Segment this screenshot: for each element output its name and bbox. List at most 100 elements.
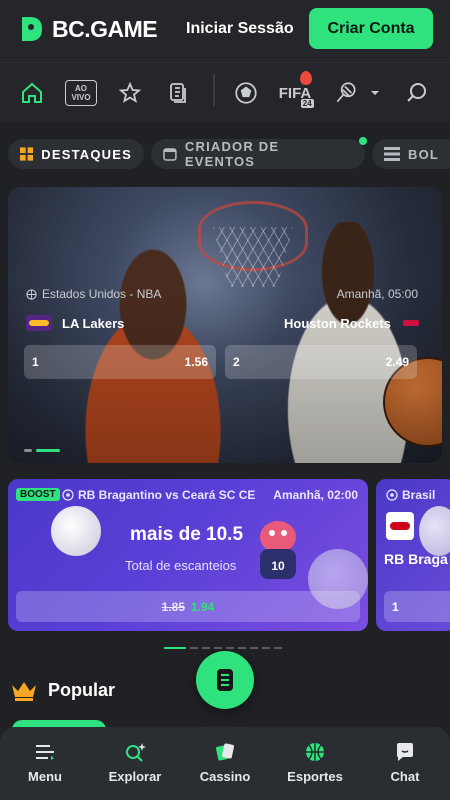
bottom-navigation: Menu Explorar Cassino Esportes Chat bbox=[0, 727, 450, 800]
carousel-dot[interactable] bbox=[190, 647, 198, 649]
chip-third[interactable]: BOL bbox=[372, 139, 450, 169]
filter-chips: DESTAQUES CRIADOR DE EVENTOS BOL bbox=[0, 122, 450, 180]
list-icon bbox=[384, 147, 400, 161]
fifa-year-badge: 24 bbox=[300, 98, 314, 108]
boost-badge: BOOST bbox=[16, 488, 60, 501]
explore-search-icon bbox=[126, 743, 146, 762]
nav-cassino-label: Cassino bbox=[199, 769, 251, 784]
svg-text:10: 10 bbox=[271, 559, 285, 573]
boost-card-next[interactable]: Brasil RB Braga 1 bbox=[376, 479, 450, 631]
soccer-ball-image bbox=[51, 506, 101, 556]
betslip-fab-button[interactable] bbox=[196, 651, 254, 709]
login-button[interactable]: Iniciar Sessão bbox=[186, 20, 294, 38]
nav-explorar-label: Explorar bbox=[108, 769, 162, 784]
nav-explorar[interactable]: Explorar bbox=[95, 741, 175, 784]
boost2-league-label: Brasil bbox=[402, 488, 436, 502]
nav-chat[interactable]: Chat bbox=[365, 741, 445, 784]
chip-criador-label: CRIADOR DE EVENTOS bbox=[184, 139, 280, 169]
odds-away-label: 2 bbox=[233, 355, 240, 369]
boost-carousel-pager bbox=[164, 647, 282, 649]
nav-menu-label: Menu bbox=[28, 769, 62, 784]
chevron-down-icon[interactable] bbox=[362, 77, 388, 109]
soccer-ball-image bbox=[419, 506, 450, 556]
chat-icon bbox=[397, 743, 413, 761]
boost2-odd-label: 1 bbox=[392, 600, 399, 614]
sport-category-bar: AO VIVO FIFA 24 bbox=[0, 62, 450, 122]
boost-match: RB Bragantino vs Ceará SC CE bbox=[62, 488, 262, 502]
grid-icon bbox=[20, 147, 34, 161]
ao-vivo-label: AO VIVO bbox=[65, 80, 97, 106]
calendar-icon bbox=[163, 148, 177, 161]
odds-home-label: 1 bbox=[32, 355, 39, 369]
chip-criador-de-eventos[interactable]: CRIADOR DE EVENTOS bbox=[151, 137, 367, 169]
odds-button-home[interactable]: 1 1.56 bbox=[24, 345, 216, 379]
boost2-odds-button[interactable]: 1 bbox=[384, 591, 450, 622]
boost-time: Amanhã, 02:00 bbox=[273, 488, 358, 502]
search-icon[interactable] bbox=[400, 77, 434, 109]
signup-button[interactable]: Criar Conta bbox=[309, 8, 433, 49]
carousel-dot[interactable] bbox=[250, 647, 258, 649]
carousel-dot[interactable] bbox=[214, 647, 222, 649]
boost-card[interactable]: 10 BOOST RB Bragantino vs Ceará SC CE Am… bbox=[8, 479, 368, 631]
nav-cassino[interactable]: Cassino bbox=[185, 741, 265, 784]
betslip-icon bbox=[217, 669, 233, 691]
crown-icon bbox=[12, 682, 36, 701]
boost-new-odd: 1.94 bbox=[191, 599, 215, 614]
carousel-dot[interactable] bbox=[238, 647, 246, 649]
chip-destaques-label: DESTAQUES bbox=[41, 146, 132, 162]
red-bull-logo-icon bbox=[386, 512, 414, 540]
odds-away-value: 2.49 bbox=[385, 355, 409, 369]
cards-icon bbox=[216, 743, 234, 761]
popular-section-header: Popular bbox=[10, 679, 115, 701]
dino-mascot-image: 10 bbox=[260, 521, 296, 579]
carousel-dot[interactable] bbox=[226, 647, 234, 649]
boost-old-odd: 1.85 bbox=[161, 599, 185, 614]
menu-icon bbox=[36, 745, 54, 760]
soccer-icon[interactable] bbox=[229, 77, 263, 109]
basketball-icon bbox=[26, 288, 37, 300]
star-icon[interactable] bbox=[113, 77, 147, 109]
match-time: Amanhã, 05:00 bbox=[336, 287, 418, 301]
boost-odds-button[interactable]: 1.85 1.94 bbox=[16, 591, 360, 622]
team-away: Houston Rockets bbox=[284, 315, 421, 331]
nav-chat-label: Chat bbox=[390, 769, 420, 784]
ao-vivo-icon[interactable]: AO VIVO bbox=[64, 77, 98, 109]
top-header: BC.GAME Iniciar Sessão Criar Conta bbox=[0, 0, 450, 62]
rockets-logo-icon bbox=[401, 315, 421, 331]
fifa-icon[interactable]: FIFA 24 bbox=[275, 70, 315, 109]
featured-match-card[interactable]: Estados Unidos - NBA Amanhã, 05:00 LA La… bbox=[8, 187, 442, 463]
new-indicator-dot bbox=[359, 137, 367, 145]
chip-third-label: BOL bbox=[408, 146, 440, 162]
tennis-icon[interactable] bbox=[329, 77, 363, 109]
brand-logo[interactable]: BC.GAME bbox=[16, 14, 158, 44]
nav-menu[interactable]: Menu bbox=[5, 741, 85, 784]
nav-esportes[interactable]: Esportes bbox=[275, 741, 355, 784]
fire-icon bbox=[299, 70, 312, 85]
match-league: Estados Unidos - NBA bbox=[26, 287, 161, 301]
odds-button-away[interactable]: 2 2.49 bbox=[225, 345, 417, 379]
odds-home-value: 1.56 bbox=[184, 355, 208, 369]
home-icon[interactable] bbox=[15, 77, 49, 109]
carousel-dot[interactable] bbox=[262, 647, 270, 649]
boost-headline: mais de 10.5 bbox=[130, 524, 244, 545]
pager-dot[interactable] bbox=[24, 449, 32, 452]
carousel-dot[interactable] bbox=[202, 647, 210, 649]
pager-dot-active[interactable] bbox=[36, 449, 60, 452]
popular-title: Popular bbox=[48, 679, 116, 700]
carousel-dot-active[interactable] bbox=[164, 647, 186, 649]
chip-destaques[interactable]: DESTAQUES bbox=[8, 139, 144, 169]
carousel-dot[interactable] bbox=[274, 647, 282, 649]
team-home-name: LA Lakers bbox=[62, 315, 125, 331]
betslip-icon[interactable] bbox=[161, 77, 195, 109]
boost-match-label: RB Bragantino vs Ceará SC CE bbox=[78, 488, 256, 502]
hero-pager bbox=[24, 449, 60, 452]
nav-esportes-label: Esportes bbox=[287, 769, 343, 784]
boost2-league: Brasil bbox=[386, 488, 435, 502]
brand-name: BC.GAME bbox=[52, 15, 158, 42]
soccer-icon bbox=[386, 489, 398, 501]
boost2-team: RB Braga bbox=[384, 551, 448, 567]
team-home: LA Lakers bbox=[26, 315, 124, 331]
team-away-name: Houston Rockets bbox=[284, 315, 391, 331]
bc-game-logo-icon bbox=[22, 17, 42, 41]
boost-market: Total de escanteios bbox=[125, 558, 237, 573]
